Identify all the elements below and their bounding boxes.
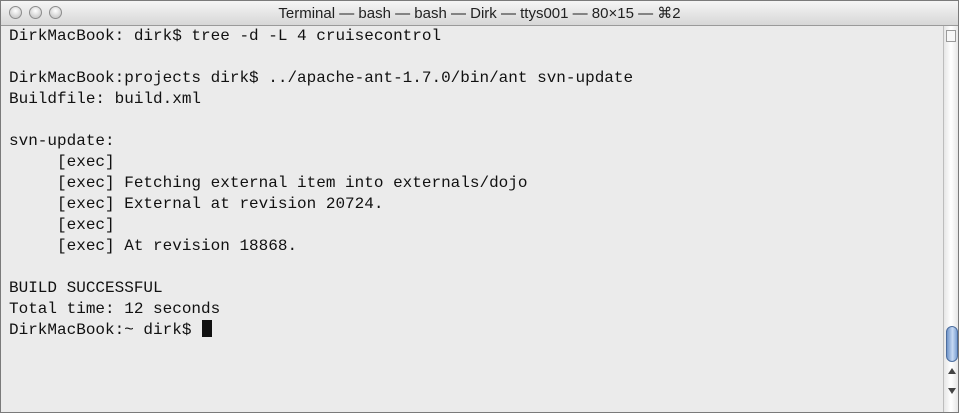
prompt-line[interactable]: DirkMacBook:~ dirk$ — [9, 320, 943, 341]
vertical-scrollbar[interactable] — [943, 26, 958, 412]
terminal-line: Total time: 12 seconds — [9, 300, 221, 318]
prompt-text: DirkMacBook:~ dirk$ — [9, 321, 202, 339]
terminal-line: DirkMacBook: dirk$ tree -d -L 4 cruiseco… — [9, 27, 442, 45]
scroll-up-arrow-icon[interactable] — [948, 368, 956, 374]
window-title: Terminal — bash — bash — Dirk — ttys001 … — [278, 5, 681, 22]
terminal-output: DirkMacBook: dirk$ tree -d -L 4 cruiseco… — [1, 26, 943, 341]
terminal-line: DirkMacBook:projects dirk$ ../apache-ant… — [9, 69, 634, 87]
scrollbar-thumb[interactable] — [946, 326, 958, 362]
block-cursor-icon — [202, 320, 213, 337]
terminal-line: [exec] Fetching external item into exter… — [9, 174, 528, 192]
scrollbar-top-cap — [946, 30, 956, 42]
terminal-line: BUILD SUCCESSFUL — [9, 279, 163, 297]
terminal-line: [exec] — [9, 153, 115, 171]
terminal-line: [exec] External at revision 20724. — [9, 195, 384, 213]
scroll-down-arrow-icon[interactable] — [948, 388, 956, 394]
title-bar[interactable]: Terminal — bash — bash — Dirk — ttys001 … — [1, 1, 958, 26]
terminal-window: Terminal — bash — bash — Dirk — ttys001 … — [0, 0, 959, 413]
terminal-line: Buildfile: build.xml — [9, 90, 202, 108]
terminal-line: [exec] At revision 18868. — [9, 237, 298, 255]
terminal-content[interactable]: DirkMacBook: dirk$ tree -d -L 4 cruiseco… — [1, 26, 943, 412]
terminal-line: [exec] — [9, 216, 115, 234]
terminal-line: svn-update: — [9, 132, 115, 150]
